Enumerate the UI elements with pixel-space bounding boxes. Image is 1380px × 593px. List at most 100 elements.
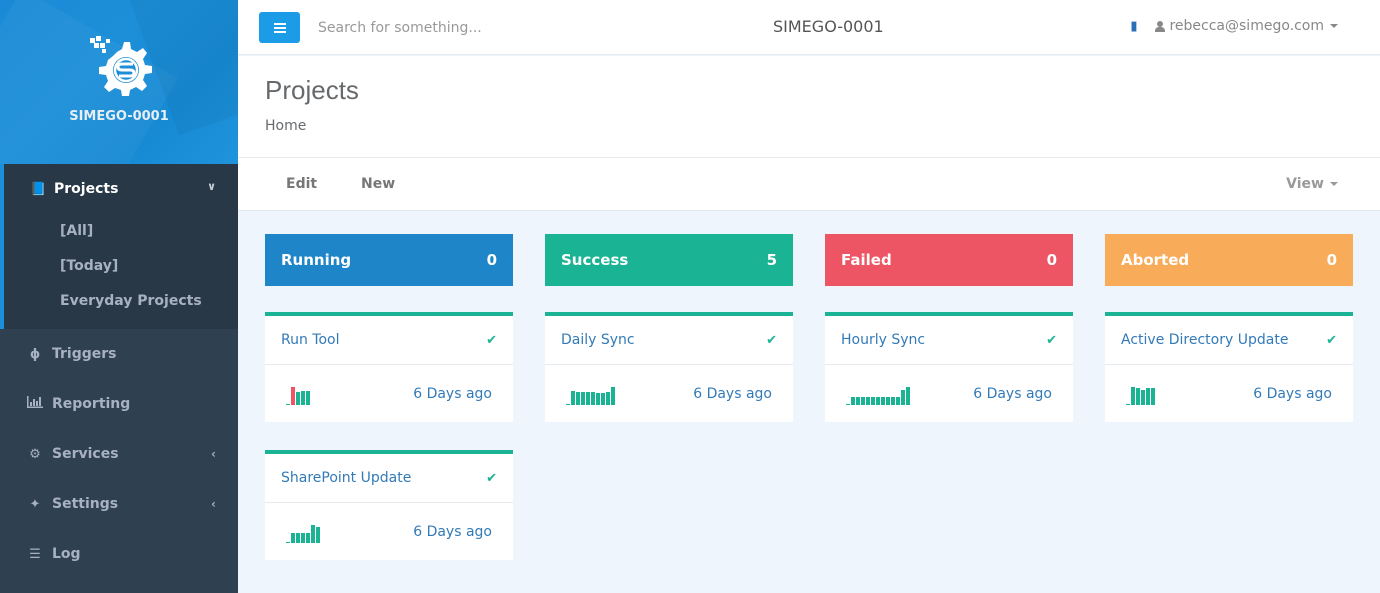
sparkline-bar: [891, 396, 895, 405]
sidebar-subitem-all[interactable]: [All]: [4, 214, 238, 249]
run-history-sparkline: [286, 523, 320, 543]
last-run-time[interactable]: 6 Days ago: [1253, 386, 1332, 402]
sidebar-item-triggers[interactable]: ϕ Triggers: [0, 329, 238, 379]
bolt-icon: ϕ: [29, 346, 41, 362]
stat-label: Failed: [841, 251, 892, 269]
stat-running[interactable]: Running 0: [265, 234, 513, 286]
page-title: Projects: [265, 75, 359, 105]
sidebar-item-settings[interactable]: ✦ Settings ‹: [0, 479, 238, 529]
sparkline-bar: [291, 532, 295, 543]
sidebar-item-log[interactable]: ☰ Log: [0, 529, 238, 579]
sparkline-bar: [1136, 387, 1140, 405]
sparkline-bar: [1131, 386, 1135, 405]
sparkline-bar: [906, 386, 910, 405]
page-header: Projects Home: [238, 56, 1380, 158]
sidebar-item-label: Triggers: [52, 346, 117, 362]
menu-toggle-button[interactable]: [259, 12, 300, 43]
stat-count: 5: [766, 251, 777, 269]
magic-wand-icon: ✦: [29, 496, 41, 512]
sparkline-bar: [306, 532, 310, 543]
caret-down-icon: [1330, 24, 1338, 28]
hamburger-icon: [273, 22, 286, 33]
edit-button[interactable]: Edit: [286, 176, 317, 192]
project-card: Daily Sync ✔ 6 Days ago: [545, 312, 793, 422]
sparkline-bar: [846, 403, 850, 405]
sidebar-item-projects-toggle[interactable]: 📘 Projects ∨: [4, 164, 238, 214]
sparkline-bar: [1126, 403, 1130, 405]
sparkline-bar: [886, 396, 890, 405]
sparkline-bar: [571, 390, 575, 405]
list-icon: ☰: [29, 546, 41, 562]
project-name-link[interactable]: Active Directory Update: [1121, 332, 1288, 348]
project-card: Run Tool ✔ 6 Days ago: [265, 312, 513, 422]
toolbar: Edit New View: [238, 158, 1380, 211]
view-dropdown[interactable]: View: [1286, 176, 1338, 192]
project-card: Active Directory Update ✔ 6 Days ago: [1105, 312, 1353, 422]
chevron-left-icon: ‹: [211, 447, 216, 461]
sidebar-item-projects: 📘 Projects ∨ [All] [Today] Everyday Proj…: [0, 164, 238, 329]
sidebar-item-reporting[interactable]: Reporting: [0, 379, 238, 429]
sparkline-bar: [881, 396, 885, 405]
breadcrumb[interactable]: Home: [265, 118, 306, 134]
project-name-link[interactable]: Daily Sync: [561, 332, 635, 348]
sidebar-item-label: Reporting: [52, 396, 131, 412]
last-run-time[interactable]: 6 Days ago: [693, 386, 772, 402]
sparkline-bar: [586, 391, 590, 405]
sparkline-bar: [861, 396, 865, 405]
run-history-sparkline: [566, 385, 615, 405]
sparkline-bar: [1146, 387, 1150, 405]
sidebar-subitem-today[interactable]: [Today]: [4, 249, 238, 284]
last-run-time[interactable]: 6 Days ago: [413, 524, 492, 540]
stat-label: Running: [281, 251, 352, 269]
project-card: Hourly Sync ✔ 6 Days ago: [825, 312, 1073, 422]
sparkline-bar: [311, 524, 315, 543]
sparkline-bar: [296, 532, 300, 543]
user-menu[interactable]: rebecca@simego.com: [1169, 18, 1324, 34]
stat-success[interactable]: Success 5: [545, 234, 793, 286]
project-name-link[interactable]: Hourly Sync: [841, 332, 925, 348]
stat-count: 0: [1326, 251, 1337, 269]
last-run-time[interactable]: 6 Days ago: [413, 386, 492, 402]
view-label: View: [1286, 176, 1324, 192]
run-history-sparkline: [846, 385, 910, 405]
last-run-time[interactable]: 6 Days ago: [973, 386, 1052, 402]
check-icon: ✔: [1326, 332, 1337, 348]
sparkline-bar: [871, 396, 875, 405]
sidebar-item-label: Services: [52, 446, 119, 462]
brand-name: SIMEGO-0001: [69, 109, 169, 124]
chevron-down-icon: ∨: [207, 180, 216, 193]
sparkline-bar: [306, 390, 310, 405]
stat-failed[interactable]: Failed 0: [825, 234, 1073, 286]
search-input[interactable]: [318, 14, 618, 42]
gear-s-logo-icon[interactable]: [86, 34, 152, 96]
sparkline-bar: [856, 396, 860, 405]
new-button[interactable]: New: [361, 176, 395, 192]
sparkline-bar: [291, 386, 295, 405]
top-navbar: SIMEGO-0001 ▮ rebecca@simego.com: [238, 0, 1380, 55]
book-icon[interactable]: ▮: [1130, 19, 1137, 34]
sparkline-bar: [611, 386, 615, 405]
sparkline-bar: [901, 389, 905, 405]
project-name-link[interactable]: SharePoint Update: [281, 470, 411, 486]
sidebar-item-label: Settings: [52, 496, 119, 512]
project-name-link[interactable]: Run Tool: [281, 332, 340, 348]
sidebar-item-services[interactable]: ⚙ Services ‹: [0, 429, 238, 479]
sidebar-item-label: Projects: [54, 181, 119, 197]
sidebar-subitem-everyday-projects[interactable]: Everyday Projects: [4, 284, 238, 319]
sparkline-bar: [581, 391, 585, 405]
stat-label: Aborted: [1121, 251, 1190, 269]
sparkline-bar: [851, 396, 855, 405]
sparkline-bar: [1151, 387, 1155, 405]
cogs-icon: ⚙: [29, 446, 41, 462]
check-icon: ✔: [1046, 332, 1057, 348]
sparkline-bar: [876, 396, 880, 405]
chevron-left-icon: ‹: [211, 497, 216, 511]
sparkline-bar: [896, 396, 900, 405]
stat-aborted[interactable]: Aborted 0: [1105, 234, 1353, 286]
sparkline-bar: [591, 391, 595, 405]
book-icon: 📘: [30, 181, 47, 197]
sparkline-bar: [301, 532, 305, 543]
check-icon: ✔: [486, 470, 497, 486]
sparkline-bar: [866, 396, 870, 405]
sparkline-bar: [316, 526, 320, 543]
